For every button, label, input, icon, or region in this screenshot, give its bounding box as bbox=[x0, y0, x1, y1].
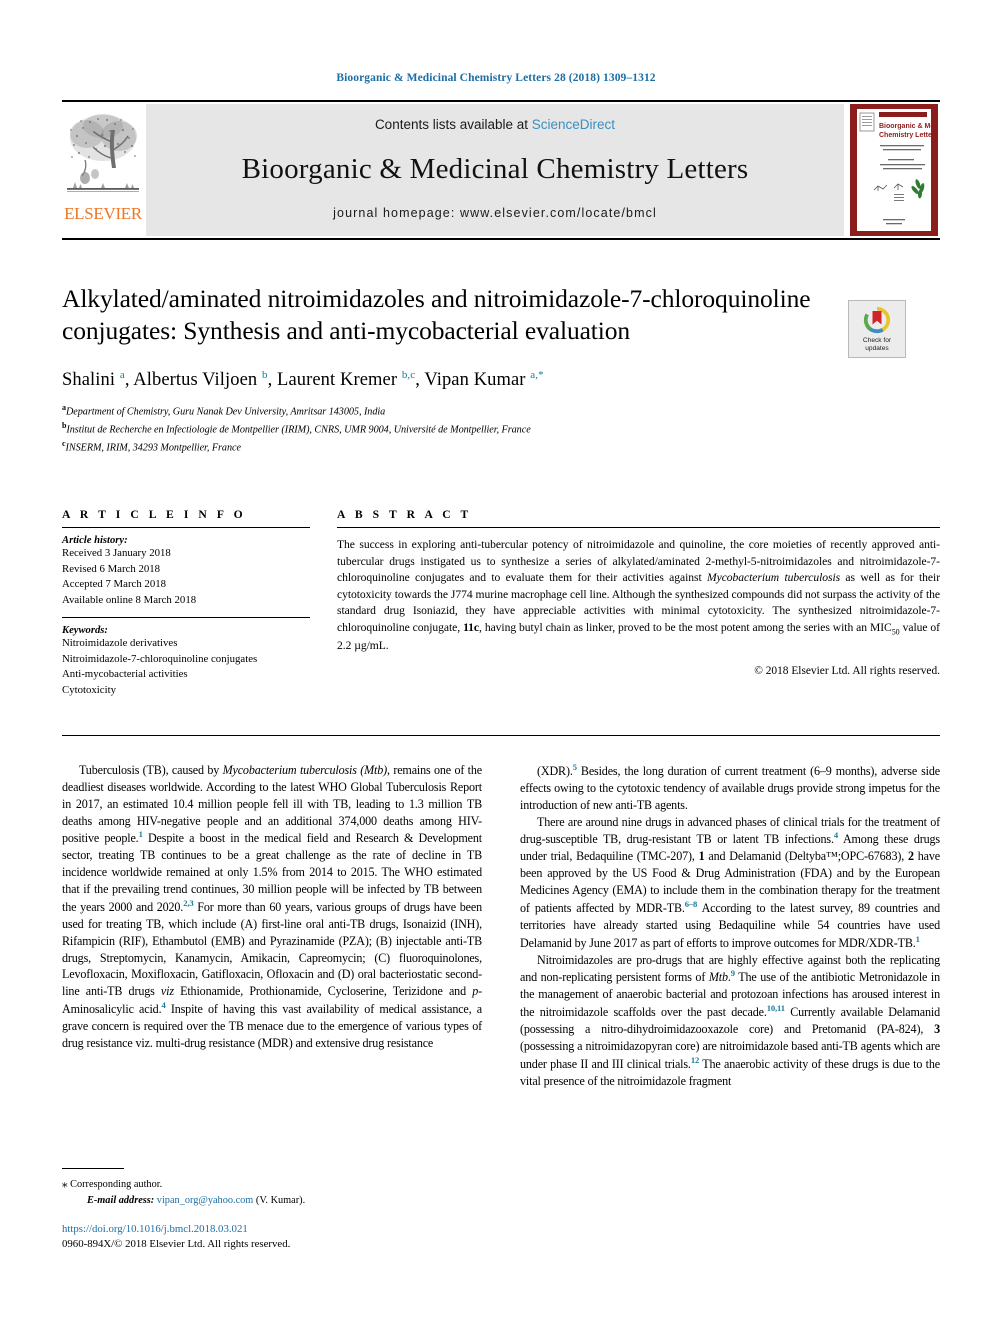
journal-cover-thumbnail: Bioorganic & Medicinal Chemistry Letters bbox=[848, 104, 940, 236]
running-head: Bioorganic & Medicinal Chemistry Letters… bbox=[336, 72, 656, 84]
elsevier-tree-icon bbox=[65, 108, 141, 204]
abstract-heading: A B S T R A C T bbox=[337, 508, 472, 521]
body-paragraph: Tuberculosis (TB), caused by Mycobacteri… bbox=[62, 763, 482, 1050]
journal-masthead: ELSEVIER Contents lists available at Sci… bbox=[62, 100, 940, 240]
keywords-group: Keywords: Nitroimidazole derivatives Nit… bbox=[62, 625, 310, 698]
body-column-left: Tuberculosis (TB), caused by Mycobacteri… bbox=[62, 762, 482, 1090]
body-paragraph: Nitroimidazoles are pro-drugs that are h… bbox=[520, 952, 940, 1088]
history-item: Revised 6 March 2018 bbox=[62, 562, 161, 575]
affiliation-item: aDepartment of Chemistry, Guru Nanak Dev… bbox=[62, 402, 822, 420]
keyword-item: Nitroimidazole-7-chloroquinoline conjuga… bbox=[62, 652, 258, 665]
article-history-group: Article history: Received 3 January 2018… bbox=[62, 535, 310, 608]
footnote-rule bbox=[62, 1168, 124, 1169]
crossmark-check-for-updates-badge[interactable]: Check for updates bbox=[848, 300, 906, 358]
article-history-list: Received 3 January 2018 Revised 6 March … bbox=[62, 546, 310, 608]
abstract-column: A B S T R A C T The success in exploring… bbox=[337, 508, 940, 698]
affiliation-text: Institut de Recherche en Infectiologie d… bbox=[66, 424, 531, 436]
elsevier-logo: ELSEVIER bbox=[62, 102, 144, 238]
affiliation-item: bInstitut de Recherche en Infectiologie … bbox=[62, 420, 822, 438]
history-item: Available online 8 March 2018 bbox=[62, 593, 197, 606]
article-title: Alkylated/aminated nitroimidazoles and n… bbox=[62, 284, 811, 346]
author-list: Shalini a, Albertus Viljoen b, Laurent K… bbox=[62, 369, 544, 391]
divider bbox=[62, 527, 310, 528]
divider bbox=[62, 617, 310, 619]
elsevier-wordmark: ELSEVIER bbox=[64, 204, 142, 223]
crossmark-icon bbox=[863, 306, 891, 334]
keyword-item: Cytotoxicity bbox=[62, 683, 116, 696]
body-paragraph: (XDR).5 Besides, the long duration of cu… bbox=[520, 762, 940, 812]
corresponding-author-footnote: ⁎ Corresponding author. E-mail address: … bbox=[62, 1168, 482, 1208]
doi-link[interactable]: https://doi.org/10.1016/j.bmcl.2018.03.0… bbox=[62, 1222, 562, 1237]
affiliation-list: aDepartment of Chemistry, Guru Nanak Dev… bbox=[62, 402, 822, 456]
crossmark-line2: updates bbox=[865, 345, 889, 352]
divider bbox=[337, 527, 940, 528]
crossmark-label: Check for updates bbox=[863, 337, 891, 353]
contents-prefix: Contents lists available at bbox=[374, 117, 532, 132]
email-link[interactable]: vipan_org@yahoo.com bbox=[157, 1195, 254, 1206]
body-columns: Tuberculosis (TB), caused by Mycobacteri… bbox=[62, 762, 940, 1090]
journal-homepage-link[interactable]: journal homepage: www.elsevier.com/locat… bbox=[333, 206, 657, 220]
svg-text:Chemistry Letters: Chemistry Letters bbox=[879, 132, 938, 139]
history-item: Accepted 7 March 2018 bbox=[62, 578, 167, 591]
keyword-item: Anti-mycobacterial activities bbox=[62, 668, 188, 681]
body-column-right: (XDR).5 Besides, the long duration of cu… bbox=[520, 762, 940, 1090]
journal-title: Bioorganic & Medicinal Chemistry Letters bbox=[241, 152, 749, 185]
keywords-label: Keywords: bbox=[62, 625, 108, 637]
footnote-corresponding-line: ⁎ Corresponding author. bbox=[62, 1176, 482, 1193]
keyword-item: Nitroimidazole derivatives bbox=[62, 637, 178, 650]
article-history-label: Article history: bbox=[62, 535, 128, 546]
asterisk-icon: ⁎ bbox=[62, 1178, 68, 1190]
crossmark-line1: Check for bbox=[862, 336, 892, 344]
contents-list-line: Contents lists available at ScienceDirec… bbox=[375, 117, 615, 132]
divider bbox=[62, 735, 940, 736]
article-info-column: A R T I C L E I N F O Article history: R… bbox=[62, 508, 310, 698]
issn-copyright-line: 0960-894X/© 2018 Elsevier Ltd. All right… bbox=[62, 1237, 291, 1250]
keywords-list: Nitroimidazole derivatives Nitroimidazol… bbox=[62, 636, 310, 698]
masthead-banner: Contents lists available at ScienceDirec… bbox=[146, 104, 844, 236]
article-info-heading: A R T I C L E I N F O bbox=[62, 508, 247, 521]
history-item: Received 3 January 2018 bbox=[62, 547, 171, 559]
footer-doi-block: https://doi.org/10.1016/j.bmcl.2018.03.0… bbox=[62, 1222, 562, 1252]
abstract-copyright: © 2018 Elsevier Ltd. All rights reserved… bbox=[754, 665, 940, 678]
affiliation-text: Department of Chemistry, Guru Nanak Dev … bbox=[65, 406, 386, 418]
affiliation-text: INSERM, IRIM, 34293 Montpellier, France bbox=[65, 442, 242, 454]
sciencedirect-link[interactable]: ScienceDirect bbox=[532, 117, 615, 132]
info-abstract-section: A R T I C L E I N F O Article history: R… bbox=[62, 508, 940, 698]
svg-text:Bioorganic & Medicinal: Bioorganic & Medicinal bbox=[879, 123, 938, 130]
affiliation-item: cINSERM, IRIM, 34293 Montpellier, France bbox=[62, 438, 822, 456]
abstract-text: The success in exploring anti-tubercular… bbox=[337, 538, 940, 652]
footnote-corresponding-text: Corresponding author. bbox=[70, 1179, 163, 1190]
email-suffix: (V. Kumar). bbox=[255, 1194, 306, 1206]
footnote-email-line: E-mail address: vipan_org@yahoo.com (V. … bbox=[62, 1193, 482, 1208]
email-label: E-mail address: bbox=[87, 1194, 155, 1206]
title-block: Alkylated/aminated nitroimidazoles and n… bbox=[62, 283, 822, 456]
body-paragraph: There are around nine drugs in advanced … bbox=[520, 814, 940, 950]
paper-page: Bioorganic & Medicinal Chemistry Letters… bbox=[0, 0, 992, 1323]
